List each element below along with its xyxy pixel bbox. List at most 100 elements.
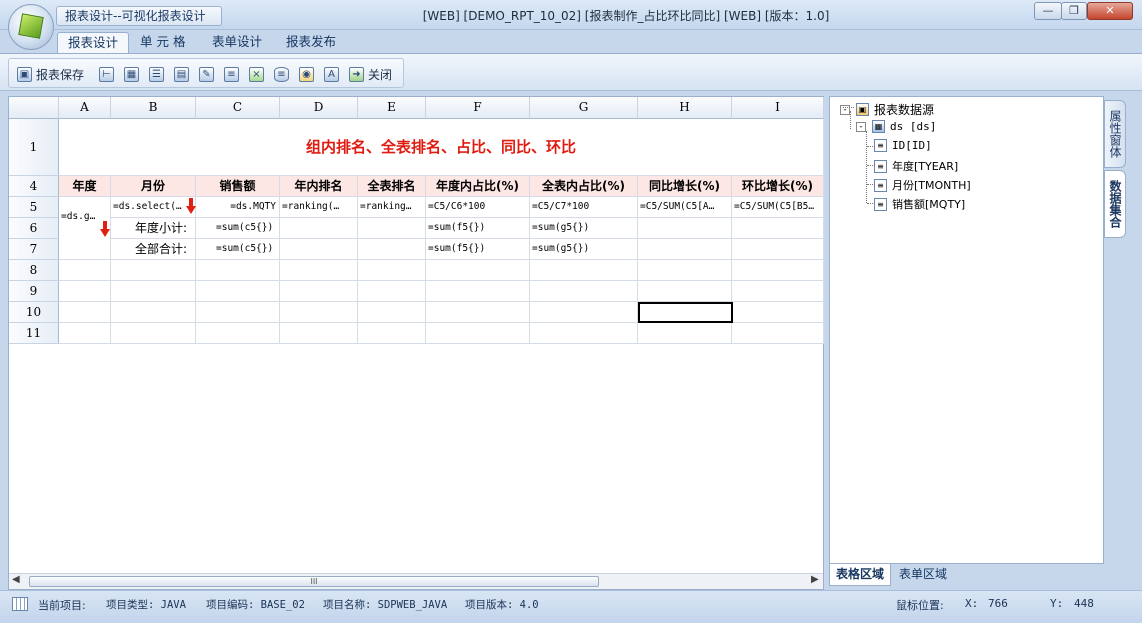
tab-datasets[interactable]: 数据集合 <box>1104 170 1126 238</box>
column-header[interactable]: E <box>358 97 426 119</box>
cell-c6[interactable]: =sum(c5{}) <box>196 218 280 239</box>
tab-form-design[interactable]: 表单设计 <box>202 32 272 54</box>
cell-e7[interactable] <box>358 239 426 260</box>
cell-i5[interactable]: =C5/SUM(C5[B5… <box>732 197 824 218</box>
cell-d6[interactable] <box>280 218 358 239</box>
collapse-icon[interactable]: - <box>840 104 850 115</box>
column-header[interactable]: F <box>426 97 530 119</box>
edit-button[interactable]: ✎ <box>199 65 214 83</box>
horizontal-scrollbar[interactable]: ◀ III ▶ <box>9 573 823 589</box>
maximize-button[interactable]: ❐ <box>1061 2 1087 20</box>
selected-cell-h10[interactable] <box>638 302 733 323</box>
cell-b7[interactable]: 全部合计: <box>111 239 196 260</box>
tree-button[interactable]: ⊢ <box>99 65 114 83</box>
close-window-button[interactable]: ✕ <box>1087 2 1133 20</box>
tree-node-field[interactable]: ≡ ID[ID] <box>867 139 932 152</box>
cell-f5[interactable]: =C5/C6*100 <box>426 197 530 218</box>
cell-i7[interactable] <box>732 239 824 260</box>
cell-c5[interactable]: =ds.MQTY <box>196 197 280 218</box>
column-header[interactable]: A <box>59 97 111 119</box>
cell-g6[interactable]: =sum(g5{}) <box>530 218 638 239</box>
row-header[interactable]: 7 <box>9 239 59 260</box>
table-button[interactable]: ▦ <box>124 65 139 83</box>
form-button[interactable]: ▤ <box>174 65 189 83</box>
cell-i6[interactable] <box>732 218 824 239</box>
properties-button[interactable]: ☰ <box>149 65 164 83</box>
cell-f7[interactable]: =sum(f5{}) <box>426 239 530 260</box>
header-cell[interactable]: 全表内占比(%) <box>530 176 638 197</box>
minimize-button[interactable]: — <box>1034 2 1062 20</box>
grid-corner[interactable] <box>9 97 59 119</box>
cell-h7[interactable] <box>638 239 732 260</box>
grid-line <box>110 260 111 344</box>
cell-f6[interactable]: =sum(f5{}) <box>426 218 530 239</box>
tree-node-field[interactable]: ≡ 月份[TMONTH] <box>867 177 971 193</box>
form-icon: ▤ <box>174 66 189 82</box>
header-cell[interactable]: 同比增长(%) <box>638 176 732 197</box>
current-project-label: 当前项目: <box>38 599 86 612</box>
scrollbar-thumb[interactable]: III <box>29 576 599 587</box>
column-header[interactable]: I <box>732 97 824 119</box>
dataset-icon: ▦ <box>872 120 885 133</box>
tab-form-area[interactable]: 表单区域 <box>893 564 953 586</box>
row-header[interactable]: 9 <box>9 281 59 302</box>
expand-down-arrow-icon <box>186 198 196 214</box>
cell-c7[interactable]: =sum(c5{}) <box>196 239 280 260</box>
header-cell[interactable]: 年内排名 <box>280 176 358 197</box>
row-header[interactable]: 5 <box>9 197 59 218</box>
row-header[interactable]: 1 <box>9 119 59 176</box>
tree-node-dataset[interactable]: - ▦ ds [ds] <box>856 120 936 133</box>
tab-properties[interactable]: 属性窗体 <box>1104 100 1126 168</box>
tree-node-field[interactable]: ≡ 销售额[MQTY] <box>867 196 965 212</box>
header-cell[interactable]: 年度内占比(%) <box>426 176 530 197</box>
scroll-left-icon[interactable]: ◀ <box>12 574 20 585</box>
app-menu-button[interactable] <box>8 4 54 50</box>
column-header[interactable]: D <box>280 97 358 119</box>
cell-b5[interactable]: =ds.select(… <box>111 197 196 218</box>
tab-report-design[interactable]: 报表设计 <box>57 32 130 54</box>
header-cell[interactable]: 环比增长(%) <box>732 176 824 197</box>
cell-e5[interactable]: =ranking… <box>358 197 426 218</box>
column-header[interactable]: H <box>638 97 732 119</box>
column-header[interactable]: G <box>530 97 638 119</box>
scroll-right-icon[interactable]: ▶ <box>811 574 819 585</box>
tab-report-publish[interactable]: 报表发布 <box>276 32 346 54</box>
field-icon: ≡ <box>874 139 887 152</box>
header-cell[interactable]: 月份 <box>111 176 196 197</box>
cell-g5[interactable]: =C5/C7*100 <box>530 197 638 218</box>
row-header[interactable]: 8 <box>9 260 59 281</box>
cell-h5[interactable]: =C5/SUM(C5[A… <box>638 197 732 218</box>
table-icon: ▦ <box>124 66 139 82</box>
text-button[interactable]: A <box>324 65 339 83</box>
column-header[interactable]: B <box>111 97 196 119</box>
save-report-button[interactable]: ▣ 报表保存 <box>17 65 84 83</box>
text-icon: A <box>324 66 339 82</box>
tree-node-root[interactable]: - ▣ 报表数据源 <box>840 101 934 118</box>
row-header[interactable]: 10 <box>9 302 59 323</box>
row-header[interactable]: 11 <box>9 323 59 344</box>
close-button[interactable]: ➜ 关闭 <box>349 65 392 83</box>
cell-e6[interactable] <box>358 218 426 239</box>
preview-button[interactable]: ◉ <box>299 65 314 83</box>
cell-h6[interactable] <box>638 218 732 239</box>
report-grid[interactable]: A B C D E F G H I 1 4 5 6 7 8 9 10 11 组内… <box>8 96 824 590</box>
header-cell[interactable]: 全表排名 <box>358 176 426 197</box>
cell-g7[interactable]: =sum(g5{}) <box>530 239 638 260</box>
row-header[interactable]: 4 <box>9 176 59 197</box>
report-title-cell[interactable]: 组内排名、全表排名、占比、同比、环比 <box>59 119 824 176</box>
header-cell[interactable]: 年度 <box>59 176 111 197</box>
excel-button[interactable]: × <box>249 65 264 83</box>
tree-node-field[interactable]: ≡ 年度[TYEAR] <box>867 158 958 174</box>
row-header[interactable]: 6 <box>9 218 59 239</box>
cell-b6[interactable]: 年度小计: <box>111 218 196 239</box>
parameter-button[interactable]: ≡ <box>224 65 239 83</box>
mouse-y-label: Y: <box>1050 597 1064 610</box>
tab-grid-area[interactable]: 表格区域 <box>829 564 892 586</box>
database-button[interactable]: ≡ <box>274 65 289 83</box>
cell-d5[interactable]: =ranking(… <box>280 197 358 218</box>
tab-cell[interactable]: 单 元 格 <box>130 32 195 54</box>
collapse-icon[interactable]: - <box>856 121 866 132</box>
header-cell[interactable]: 销售额 <box>196 176 280 197</box>
column-header[interactable]: C <box>196 97 280 119</box>
cell-d7[interactable] <box>280 239 358 260</box>
